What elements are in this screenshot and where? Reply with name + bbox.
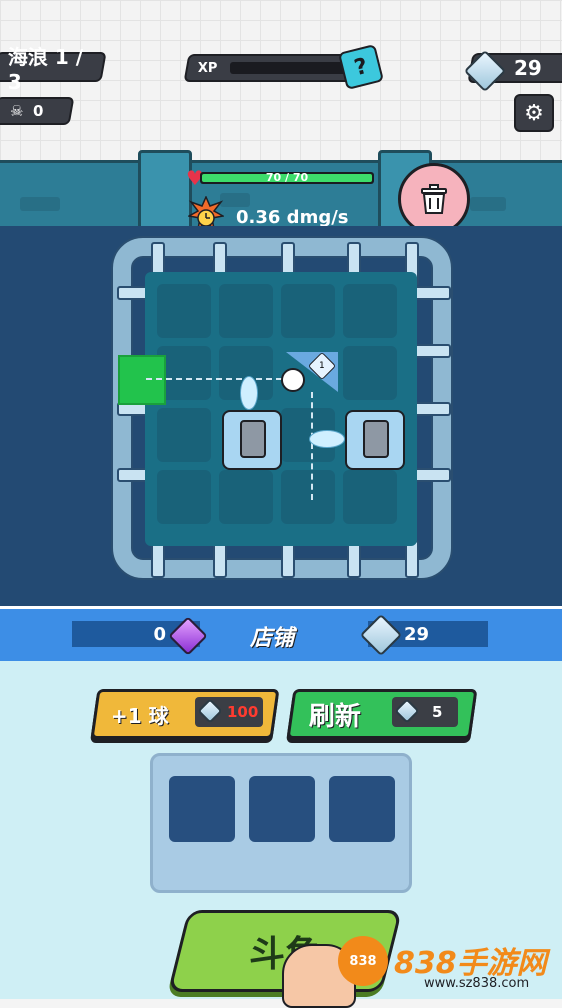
board-field (145, 272, 417, 546)
xp-bar: XP (183, 54, 365, 82)
inventory-slot[interactable] (169, 776, 235, 842)
wave-counter: 海浪 1 / 3 (0, 45, 107, 94)
diamond-icon (197, 698, 223, 724)
goal-zone (118, 355, 166, 405)
ball-trajectory (146, 378, 282, 380)
water-droplet (240, 376, 258, 410)
board-cell[interactable] (343, 284, 397, 338)
refresh-label: 刷新 (309, 701, 362, 732)
cannon-icon (240, 420, 266, 458)
damage-per-second: 0.36 dmg/s (236, 207, 349, 228)
add-ball-label: +1 球 (111, 703, 169, 728)
xp-level-text: ? (351, 53, 371, 81)
ball (281, 368, 305, 392)
kill-count: 0 (33, 102, 44, 120)
refresh-price-tag: 5 (392, 697, 458, 727)
game-board (113, 238, 451, 578)
cannon-tile[interactable] (222, 410, 282, 470)
castle-tower-left (138, 150, 192, 232)
water-droplet (309, 430, 345, 448)
inventory-slot[interactable] (249, 776, 315, 842)
board-cell[interactable] (157, 284, 211, 338)
diamond-icon (394, 698, 420, 724)
xp-label: XP (198, 60, 218, 76)
ball-trajectory-vertical (311, 392, 313, 500)
health-text: 70 / 70 (265, 171, 309, 184)
board-cell[interactable] (343, 346, 397, 400)
inventory-slots (150, 753, 412, 893)
kill-counter: ☠ 0 (0, 97, 75, 125)
trash-button[interactable] (398, 163, 470, 235)
inventory-slot[interactable] (329, 776, 395, 842)
castle-health-bar: ♥ 70 / 70 (186, 168, 378, 188)
add-ball-price: 100 (227, 703, 259, 721)
watermark-logo: 838 (338, 936, 388, 986)
trash-icon (421, 184, 447, 214)
purple-gem-count: 0 (153, 623, 166, 645)
add-ball-price-tag: 100 (195, 697, 263, 727)
board-cell[interactable] (157, 408, 211, 462)
gem-count: 29 (514, 56, 542, 80)
watermark-url: www.sz838.com (424, 976, 530, 991)
board-cell[interactable] (343, 470, 397, 524)
shop-title: 店铺 (250, 626, 295, 651)
cannon-icon (363, 420, 389, 458)
board-cell[interactable] (281, 470, 335, 524)
board-cell[interactable] (219, 284, 273, 338)
settings-button[interactable]: ⚙ (514, 94, 554, 132)
gear-icon: ⚙ (524, 100, 544, 126)
board-cell[interactable] (281, 284, 335, 338)
wave-label: 海浪 1 / 3 (7, 44, 84, 94)
xp-track (229, 62, 352, 74)
board-cell[interactable] (219, 470, 273, 524)
skull-icon: ☠ (10, 102, 24, 120)
refresh-price: 5 (432, 703, 443, 721)
blue-gem-count: 29 (404, 623, 430, 645)
board-cell[interactable] (157, 470, 211, 524)
cannon-tile[interactable] (345, 410, 405, 470)
